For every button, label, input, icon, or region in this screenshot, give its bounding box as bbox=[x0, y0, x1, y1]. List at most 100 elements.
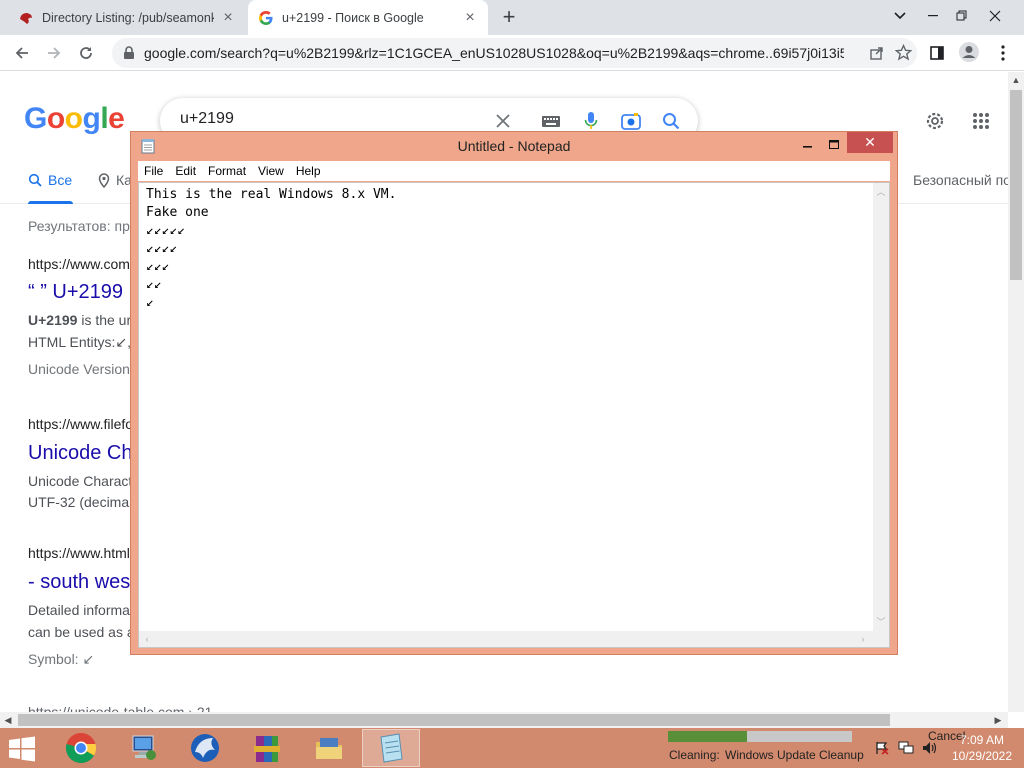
taskbar-clock[interactable]: 7:09 AM 10/29/2022 bbox=[946, 732, 1018, 764]
safe-search-label[interactable]: Безопасный по bbox=[913, 172, 1008, 188]
notepad-window[interactable]: Untitled - Notepad ✕ File Edit Format Vi… bbox=[130, 131, 898, 655]
chrome-menu-icon[interactable] bbox=[992, 42, 1014, 64]
result-title[interactable]: - south wes bbox=[28, 571, 130, 594]
maximize-icon[interactable] bbox=[821, 134, 847, 154]
taskbar-network[interactable] bbox=[114, 729, 172, 767]
menu-view[interactable]: View bbox=[252, 164, 290, 178]
close-icon[interactable]: × bbox=[220, 9, 236, 26]
tab-all[interactable]: Все bbox=[28, 172, 72, 188]
result-title[interactable]: Unicode Ch bbox=[28, 442, 133, 465]
side-panel-icon[interactable] bbox=[926, 42, 948, 64]
result-url[interactable]: https://www.com bbox=[28, 256, 130, 272]
microphone-icon[interactable] bbox=[580, 110, 602, 132]
cleanup-progress-fill bbox=[668, 731, 748, 742]
menu-format[interactable]: Format bbox=[202, 164, 252, 178]
scroll-down-arrow-icon[interactable]: ﹀ bbox=[873, 613, 889, 629]
camera-lens-icon[interactable] bbox=[620, 110, 642, 132]
search-icon[interactable] bbox=[660, 110, 682, 132]
tab-search-chevron-icon[interactable] bbox=[883, 0, 917, 32]
result-snippet: Detailed informa bbox=[28, 602, 130, 618]
tab-directory-listing[interactable]: Directory Listing: /pub/seamonke × bbox=[8, 0, 246, 35]
notepad-text-area[interactable]: This is the real Windows 8.x VM. Fake on… bbox=[138, 182, 890, 648]
result-url-partial[interactable]: https://unicode-table.com › 21... bbox=[28, 704, 224, 712]
address-bar[interactable]: google.com/search?q=u%2B2199&rlz=1C1GCEA… bbox=[112, 38, 917, 68]
file-manager-icon bbox=[316, 738, 342, 759]
tab-title: u+2199 - Поиск в Google bbox=[282, 10, 424, 25]
profile-avatar-icon[interactable] bbox=[958, 41, 980, 63]
url-text: google.com/search?q=u%2B2199&rlz=1C1GCEA… bbox=[144, 45, 844, 61]
result-snippet: U+2199 is the ur bbox=[28, 312, 131, 328]
windows-taskbar: Cancel Cleaning: Windows Update Cleanup … bbox=[0, 728, 1024, 768]
google-g-icon bbox=[258, 10, 274, 26]
settings-gear-icon[interactable] bbox=[922, 108, 948, 134]
search-input[interactable]: u+2199 bbox=[180, 110, 234, 128]
google-logo[interactable]: Google bbox=[24, 102, 125, 136]
scroll-left-arrow-icon[interactable]: ‹ bbox=[139, 631, 155, 647]
action-center-flag-icon[interactable] bbox=[874, 740, 890, 756]
seamonkey-icon bbox=[191, 734, 219, 762]
scrollbar-thumb[interactable] bbox=[1010, 90, 1022, 280]
taskbar-notepad[interactable] bbox=[362, 729, 420, 767]
scrollbar-corner bbox=[873, 631, 889, 647]
winrar-icon bbox=[254, 736, 280, 762]
scrollbar-thumb[interactable] bbox=[18, 714, 890, 726]
result-title[interactable]: “ ” U+2199 bbox=[28, 281, 123, 304]
cleanup-progress: Cancel Cleaning: Windows Update Cleanup bbox=[668, 729, 965, 766]
search-icon bbox=[28, 173, 42, 187]
result-snippet-line2: can be used as a bbox=[28, 624, 135, 640]
network-computer-icon bbox=[132, 735, 156, 760]
clock-time: 7:09 AM bbox=[959, 733, 1005, 747]
lock-icon bbox=[124, 46, 134, 59]
page-vertical-scrollbar[interactable]: ▲ bbox=[1008, 72, 1024, 712]
notepad-horizontal-scrollbar[interactable]: ‹ › bbox=[139, 631, 873, 647]
clear-search-icon[interactable] bbox=[492, 110, 514, 132]
notepad-content[interactable]: This is the real Windows 8.x VM. Fake on… bbox=[146, 186, 396, 312]
close-icon[interactable]: × bbox=[462, 9, 478, 26]
map-pin-icon bbox=[98, 172, 110, 188]
result-url[interactable]: https://www.html bbox=[28, 545, 130, 561]
keyboard-icon[interactable] bbox=[540, 110, 562, 132]
notepad-vertical-scrollbar[interactable]: ︿ ﹀ bbox=[873, 183, 889, 631]
menu-file[interactable]: File bbox=[138, 164, 169, 178]
scroll-right-arrow-icon[interactable]: › bbox=[855, 631, 871, 647]
tab-google-search[interactable]: u+2199 - Поиск в Google × bbox=[248, 0, 488, 35]
taskbar-chrome[interactable] bbox=[52, 729, 110, 767]
scroll-right-arrow-icon[interactable]: ▶ bbox=[990, 712, 1006, 728]
close-window-icon[interactable] bbox=[978, 0, 1012, 32]
cleanup-progress-bar bbox=[668, 731, 852, 742]
reload-icon[interactable] bbox=[73, 40, 99, 66]
result-url[interactable]: https://www.filefo bbox=[28, 416, 133, 432]
windows-start-icon[interactable] bbox=[8, 736, 38, 762]
forward-arrow-icon[interactable] bbox=[41, 40, 67, 66]
notepad-menubar: File Edit Format View Help bbox=[138, 161, 890, 181]
taskbar-seamonkey[interactable] bbox=[176, 729, 234, 767]
volume-icon[interactable] bbox=[922, 740, 938, 756]
result-meta: Unicode Version bbox=[28, 361, 130, 377]
menu-edit[interactable]: Edit bbox=[169, 164, 202, 178]
tab-all-label: Все bbox=[48, 172, 73, 188]
result-snippet-line2: UTF-32 (decima bbox=[28, 494, 130, 510]
minimize-icon[interactable] bbox=[795, 134, 821, 154]
clock-date: 10/29/2022 bbox=[951, 749, 1013, 763]
notepad-icon bbox=[380, 733, 403, 763]
back-arrow-icon[interactable] bbox=[9, 40, 35, 66]
scroll-up-arrow-icon[interactable]: ︿ bbox=[873, 183, 889, 199]
page-horizontal-scrollbar[interactable]: ◀ ▶ bbox=[0, 712, 1008, 728]
notepad-titlebar[interactable]: Untitled - Notepad ✕ bbox=[131, 132, 897, 160]
network-icon[interactable] bbox=[898, 740, 914, 756]
tab-maps[interactable]: Ка bbox=[98, 172, 132, 188]
scroll-left-arrow-icon[interactable]: ◀ bbox=[0, 712, 16, 728]
google-apps-grid-icon[interactable] bbox=[968, 108, 994, 134]
restore-icon[interactable] bbox=[945, 0, 979, 32]
bookmark-star-icon[interactable] bbox=[894, 43, 912, 61]
scroll-up-arrow-icon[interactable]: ▲ bbox=[1008, 72, 1024, 88]
active-tab-indicator bbox=[28, 201, 73, 204]
close-icon[interactable]: ✕ bbox=[847, 132, 893, 153]
snippet-bold: U+2199 bbox=[28, 312, 78, 328]
chrome-icon bbox=[65, 733, 97, 764]
taskbar-winrar[interactable] bbox=[238, 729, 296, 767]
taskbar-file-manager[interactable] bbox=[300, 729, 358, 767]
new-tab-button[interactable]: + bbox=[498, 6, 520, 28]
share-icon[interactable] bbox=[868, 44, 886, 62]
menu-help[interactable]: Help bbox=[290, 164, 327, 178]
